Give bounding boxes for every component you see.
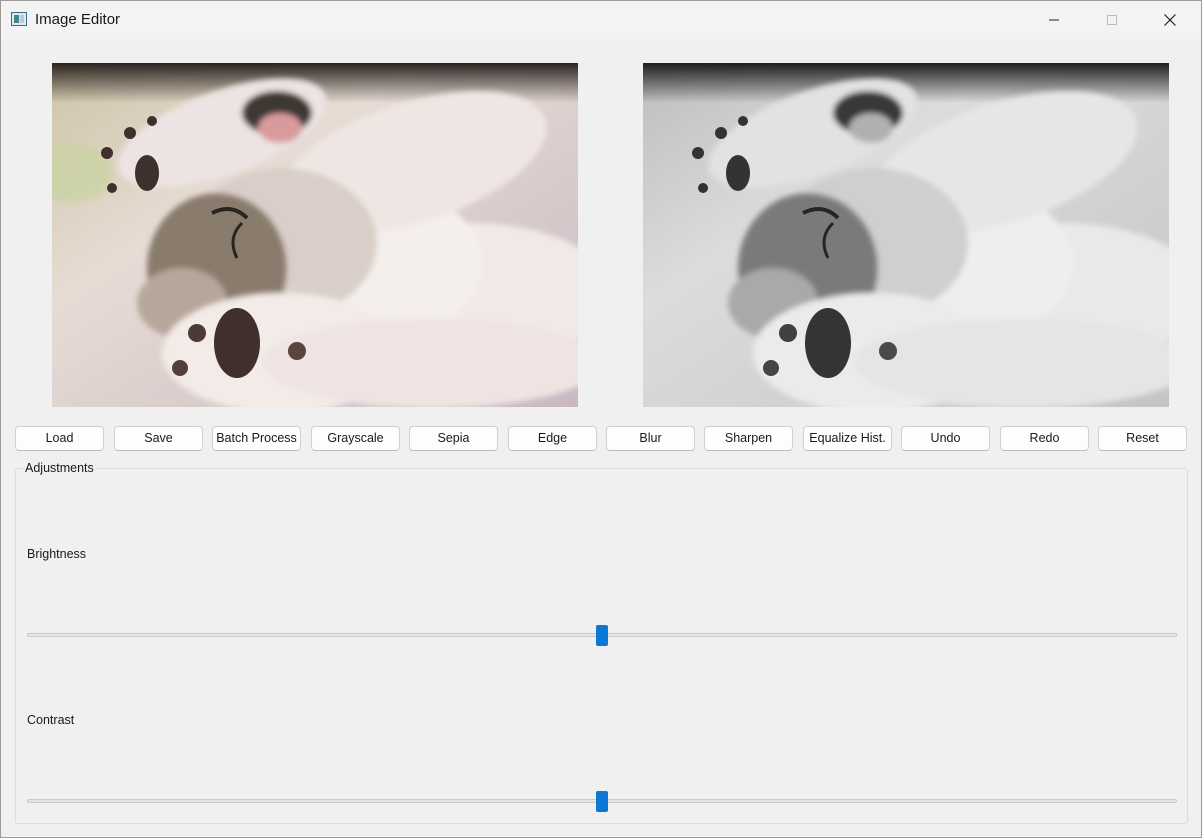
minimize-icon [1049,19,1059,21]
close-button[interactable] [1141,1,1199,39]
original-image [52,63,578,407]
contrast-slider-handle[interactable] [596,791,608,812]
brightness-slider-handle[interactable] [596,625,608,646]
maximize-icon [1107,15,1117,25]
adjustments-group [15,468,1188,824]
load-button[interactable]: Load [15,426,104,451]
minimize-button[interactable] [1025,1,1083,39]
edge-button[interactable]: Edge [508,426,597,451]
sharpen-button[interactable]: Sharpen [704,426,793,451]
adjustments-group-title: Adjustments [23,460,96,476]
reset-button[interactable]: Reset [1098,426,1187,451]
redo-button[interactable]: Redo [1000,426,1089,451]
app-window: Image Editor Load Save Batch Process Gra… [0,0,1202,838]
app-window-icon [11,12,27,26]
window-title: Image Editor [35,11,121,28]
title-bar[interactable]: Image Editor [1,1,1201,39]
grayscale-button[interactable]: Grayscale [311,426,400,451]
contrast-label: Contrast [27,713,75,727]
processed-image [643,63,1169,407]
close-icon [1164,14,1176,26]
save-button[interactable]: Save [114,426,203,451]
batch-process-button[interactable]: Batch Process [212,426,301,451]
blur-button[interactable]: Blur [606,426,695,451]
maximize-button[interactable] [1083,1,1141,39]
brightness-label: Brightness [27,547,87,561]
sepia-button[interactable]: Sepia [409,426,498,451]
undo-button[interactable]: Undo [901,426,990,451]
equalize-hist-button[interactable]: Equalize Hist. [803,426,892,451]
